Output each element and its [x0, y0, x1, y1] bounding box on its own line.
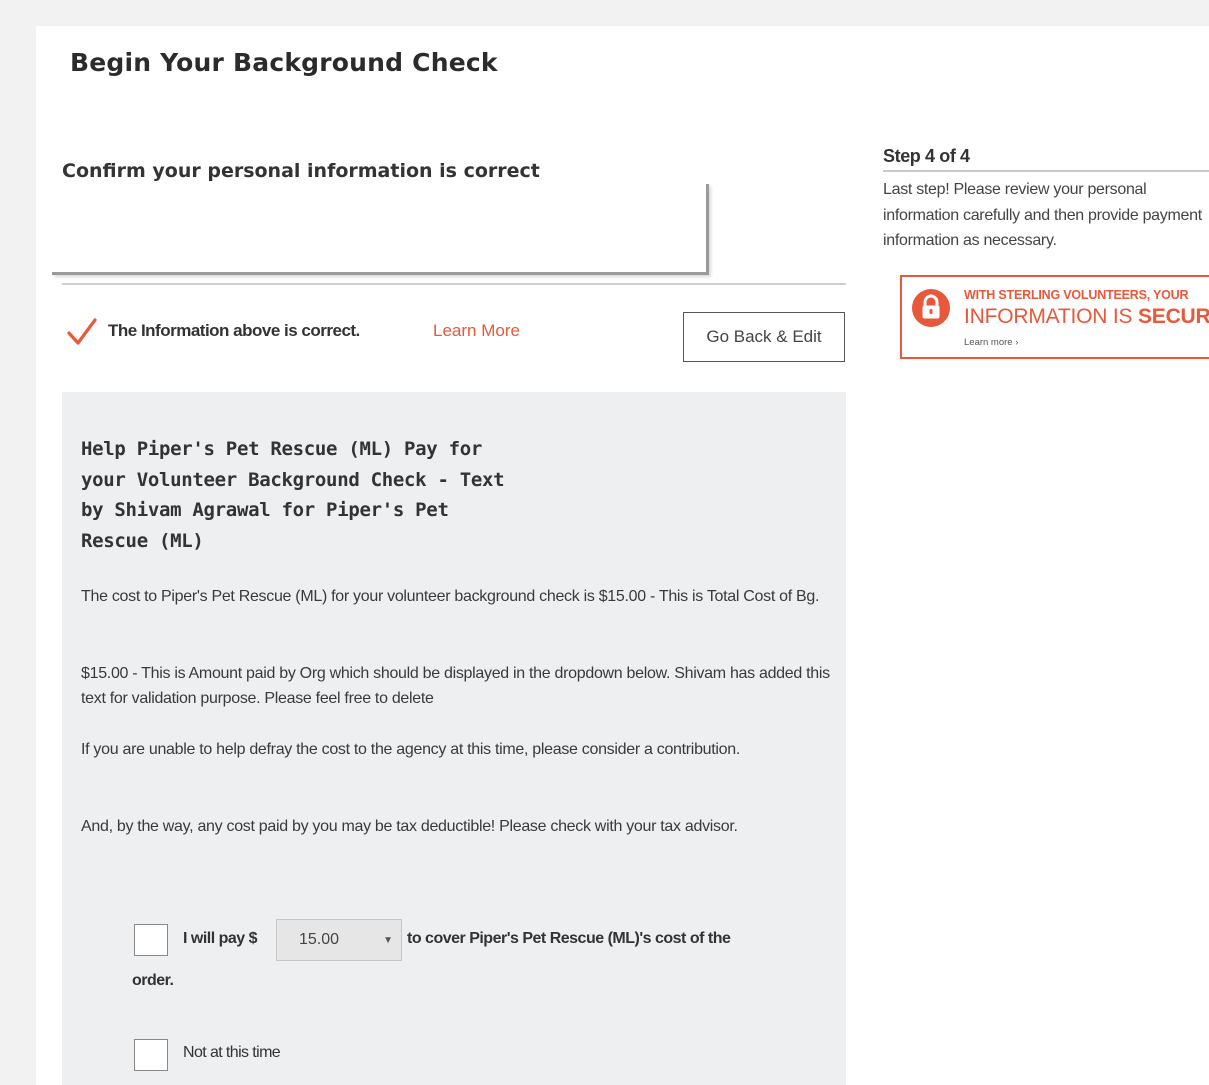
secure-line-2-strong: SECURE [1137, 305, 1209, 328]
secure-learn-more-link[interactable]: Learn more › [964, 337, 1018, 348]
checkmark-icon [67, 318, 97, 345]
step-divider [883, 170, 1209, 172]
background-check-page: Begin Your Background Check Confirm your… [36, 26, 1209, 1085]
pay-prefix: I will pay $ [183, 930, 258, 947]
personal-info-box [52, 184, 709, 275]
page-title: Begin Your Background Check [70, 48, 498, 77]
tax-paragraph: And, by the way, any cost paid by you ma… [81, 818, 738, 835]
pay-suffix-wrap: order. [132, 972, 174, 989]
go-back-edit-button[interactable]: Go Back & Edit [683, 312, 845, 362]
not-at-this-time-checkbox[interactable] [134, 1039, 168, 1071]
not-at-this-time-label: Not at this time [183, 1044, 281, 1061]
learn-more-link[interactable]: Learn More [433, 321, 520, 341]
lock-icon [912, 289, 950, 327]
info-correct-checkbox[interactable] [66, 316, 98, 348]
secure-line-2-prefix: INFORMATION IS [964, 305, 1138, 328]
secure-line-2: INFORMATION IS SECURE [964, 305, 1209, 329]
pay-checkbox[interactable] [134, 924, 168, 956]
info-correct-label: The Information above is correct. [108, 321, 360, 340]
section-divider [62, 283, 846, 285]
chevron-down-icon: ▼ [383, 935, 393, 946]
payment-title: Help Piper's Pet Rescue (ML) Pay for you… [81, 438, 505, 552]
step-description: Last step! Please review your personal i… [883, 181, 1202, 249]
contribution-paragraph: If you are unable to help defray the cos… [81, 741, 741, 758]
confirm-heading: Confirm your personal information is cor… [62, 160, 540, 182]
secure-badge: WITH STERLING VOLUNTEERS, YOUR INFORMATI… [900, 275, 1209, 359]
secure-line-1: WITH STERLING VOLUNTEERS, YOUR [964, 288, 1189, 302]
pay-suffix: to cover Piper's Pet Rescue (ML)'s cost … [407, 930, 731, 947]
payment-panel: Help Piper's Pet Rescue (ML) Pay for you… [62, 392, 846, 1085]
step-indicator: Step 4 of 4 [883, 146, 970, 166]
cost-paragraph: The cost to Piper's Pet Rescue (ML) for … [81, 588, 820, 605]
pay-amount-value: 15.00 [299, 931, 340, 948]
pay-amount-select[interactable]: 15.00 ▼ [276, 919, 402, 961]
amount-paragraph: $15.00 - This is Amount paid by Org whic… [81, 665, 830, 707]
